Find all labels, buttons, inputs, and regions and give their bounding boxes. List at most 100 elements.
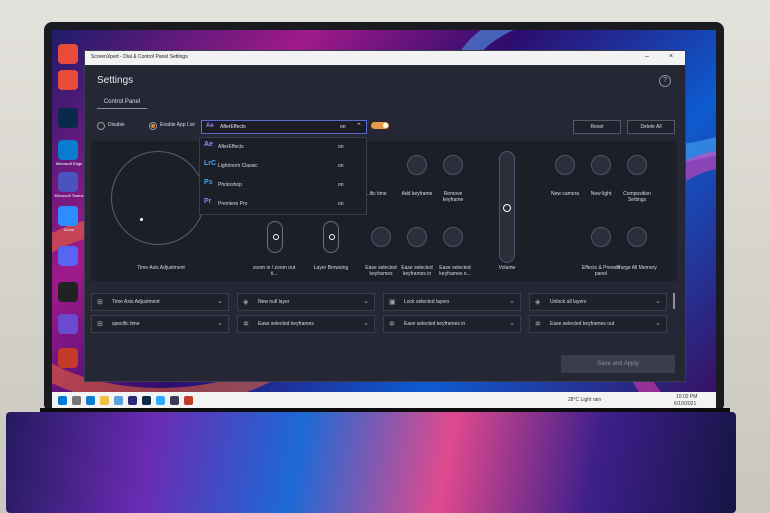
settings-window: ScreenXpert - Dial & Control Panel Setti… xyxy=(84,50,686,382)
help-icon[interactable]: ? xyxy=(659,75,671,87)
add-keyframe-button[interactable] xyxy=(407,155,427,175)
ease-out-button[interactable] xyxy=(443,227,463,247)
settings-panel: Settings ? Control Panel Disable Enable … xyxy=(85,65,685,381)
ease-keyframes-button[interactable] xyxy=(371,227,391,247)
save-and-apply-button[interactable]: Save and Apply xyxy=(561,355,675,373)
assignment-label: specific time xyxy=(112,321,140,327)
discord-icon[interactable] xyxy=(58,246,78,266)
desktop-icon-label: Zoom xyxy=(63,227,75,232)
secondary-screen xyxy=(6,412,736,513)
desktop-icon-label: Microsoft Teams xyxy=(54,193,84,198)
app-icon[interactable] xyxy=(170,396,179,405)
ease-in-button[interactable] xyxy=(407,227,427,247)
store-icon[interactable] xyxy=(114,396,123,405)
app-icon-3[interactable] xyxy=(58,348,78,368)
chevron-down-icon: ⌄ xyxy=(509,298,515,305)
grid-icon: ⊞ xyxy=(97,321,103,328)
new-light-button[interactable] xyxy=(591,155,611,175)
layer-browsing-control[interactable] xyxy=(323,221,339,253)
assignment-select[interactable]: ⊞ specific time ⌄ xyxy=(91,315,229,333)
new-camera-button[interactable] xyxy=(555,155,575,175)
chevron-down-icon: ⌄ xyxy=(363,298,369,305)
assignment-label: Ease selected keyframes in xyxy=(404,321,466,327)
window-title: ScreenXpert - Dial & Control Panel Setti… xyxy=(91,54,188,60)
assignment-select[interactable]: ◈ Unlock all layers ⌄ xyxy=(529,293,667,311)
button-label: Composition Settings xyxy=(623,191,651,203)
remove-keyframe-button[interactable] xyxy=(443,155,463,175)
premiere-icon: Pr xyxy=(204,198,212,205)
page-title: Settings xyxy=(97,75,134,86)
button-label: Ease selected keyframes xyxy=(365,265,397,277)
zoom-icon[interactable] xyxy=(58,206,78,226)
enable-app-list-radio[interactable] xyxy=(149,122,157,130)
gear-icon: ✲ xyxy=(243,321,249,328)
assignment-select[interactable]: ✲ Ease selected keyframes in ⌄ xyxy=(383,315,521,333)
button-label: Effects & Presets panel xyxy=(581,265,621,277)
dial-control[interactable] xyxy=(111,151,205,245)
volume-slider[interactable] xyxy=(499,151,515,263)
photoshop-icon[interactable] xyxy=(156,396,165,405)
app-state: on xyxy=(338,144,344,150)
assignment-label: Ease selected keyframes xyxy=(258,321,314,327)
dial-label: Time Axis Adjustment xyxy=(137,265,185,271)
chevron-down-icon: ⌄ xyxy=(509,320,515,327)
list-item[interactable]: Ps Photoshop on xyxy=(200,176,366,194)
reset-button[interactable]: Reset xyxy=(573,120,621,134)
button-label: Ease selected keyframes o... xyxy=(439,265,471,277)
button-label: Ease selected keyframes in xyxy=(401,265,433,277)
app-name: AfterEffects xyxy=(218,144,244,150)
button-label: New light xyxy=(590,191,612,197)
window-titlebar: ScreenXpert - Dial & Control Panel Setti… xyxy=(85,51,685,65)
app-icon[interactable] xyxy=(58,282,78,302)
assignment-select[interactable]: ◈ New null layer ⌄ xyxy=(237,293,375,311)
selected-app-state: on xyxy=(340,124,346,130)
assignment-select[interactable]: ✲ Ease selected keyframes out ⌄ xyxy=(529,315,667,333)
app-icon-2[interactable] xyxy=(58,314,78,334)
weather-status[interactable]: 28°C Light rain xyxy=(568,397,601,403)
lightroom-icon[interactable] xyxy=(58,108,78,128)
zoom-control[interactable] xyxy=(267,221,283,253)
assignment-select[interactable]: ✲ Ease selected keyframes ⌄ xyxy=(237,315,375,333)
close-icon[interactable]: × xyxy=(669,53,673,60)
unlock-icon: ◈ xyxy=(535,299,541,306)
assignment-select[interactable]: ▣ Lock selected layers ⌄ xyxy=(383,293,521,311)
chevron-down-icon: ⌄ xyxy=(217,320,223,327)
disable-radio[interactable] xyxy=(97,122,105,130)
folder-icon[interactable] xyxy=(100,396,109,405)
app-select[interactable]: Ae AfterEffects on ⌃ xyxy=(201,120,367,134)
assignment-label: Ease selected keyframes out xyxy=(550,321,615,327)
screenxpert-icon[interactable] xyxy=(184,396,193,405)
adobe-icon-2[interactable] xyxy=(58,70,78,90)
list-item[interactable]: LrC Lightroom Classic on xyxy=(200,157,366,175)
tab-control-panel[interactable]: Control Panel xyxy=(97,99,147,109)
app-dropdown-list: Ae AfterEffects on LrC Lightroom Classic… xyxy=(199,137,367,215)
clock-time[interactable]: 10:02 PM xyxy=(676,394,697,400)
after-effects-icon: Ae xyxy=(206,123,214,129)
photoshop-icon: Ps xyxy=(204,179,213,186)
composition-settings-button[interactable] xyxy=(627,155,647,175)
assignment-select[interactable]: ⊞ Time Axis Adjustment ⌄ xyxy=(91,293,229,311)
effects-presets-button[interactable] xyxy=(591,227,611,247)
purge-memory-button[interactable] xyxy=(627,227,647,247)
lightroom-icon[interactable] xyxy=(142,396,151,405)
app-toggle[interactable] xyxy=(371,122,389,129)
delete-all-button[interactable]: Delete All xyxy=(627,120,675,134)
windows-start-icon[interactable] xyxy=(58,396,67,405)
list-item[interactable]: Pr Premiere Pro on xyxy=(200,195,366,213)
app-name: Photoshop xyxy=(218,182,242,188)
after-effects-icon[interactable] xyxy=(128,396,137,405)
clock-date[interactable]: 6/10/2021 xyxy=(674,401,696,407)
list-item[interactable]: Ae AfterEffects on xyxy=(200,138,366,156)
assignment-label: Time Axis Adjustment xyxy=(112,299,160,305)
gear-icon: ✲ xyxy=(535,321,541,328)
minimize-icon[interactable]: – xyxy=(645,53,649,60)
app-state: on xyxy=(338,163,344,169)
scrollbar[interactable] xyxy=(673,293,675,309)
edge-icon[interactable] xyxy=(86,396,95,405)
dial-icon: ⊞ xyxy=(97,299,103,306)
teams-icon[interactable] xyxy=(58,172,78,192)
search-icon[interactable] xyxy=(72,396,81,405)
edge-icon[interactable] xyxy=(58,140,78,160)
adobe-icon[interactable] xyxy=(58,44,78,64)
assignment-label: Lock selected layers xyxy=(404,299,450,305)
